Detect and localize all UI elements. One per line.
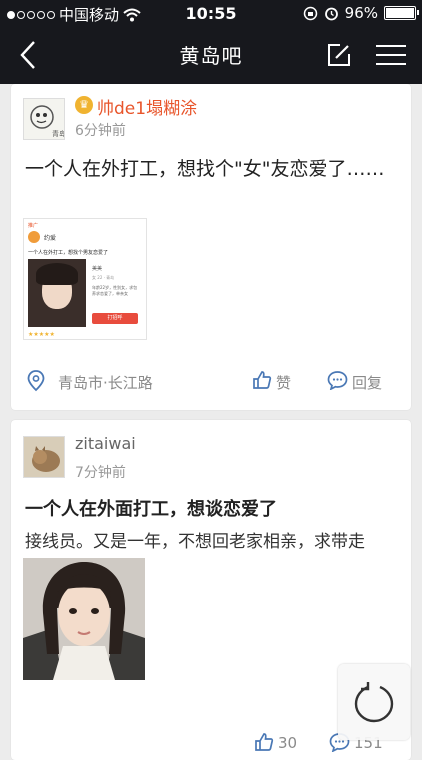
menu-icon[interactable]	[376, 44, 406, 66]
image-call-button: 打招呼	[92, 313, 138, 324]
image-headline: 一个人在外打工，想找个男友恋爱了	[28, 250, 109, 256]
post-body[interactable]: 接线员。又是一年，不想回老家相亲，求带走	[25, 527, 365, 552]
image-profile-name: 美美	[92, 266, 103, 272]
crown-icon: ♛	[75, 96, 93, 114]
post-image[interactable]: 推广 约爱 一个人在外打工，想找个男友恋爱了 美美 女 22 · 青岛 年龄22…	[23, 218, 147, 340]
post-title[interactable]: 一个人在外打工，想找个"女"友恋爱了……	[25, 154, 397, 184]
post-footer: 青岛市·长江路 赞 回复	[11, 370, 411, 394]
thumbs-up-icon[interactable]	[254, 732, 274, 752]
post-title[interactable]: 一个人在外面打工，想谈恋爱了	[25, 495, 277, 525]
post-location[interactable]: 青岛市·长江路	[58, 372, 153, 393]
like-count[interactable]: 30	[278, 734, 297, 752]
page-title: 黄岛吧	[179, 44, 243, 68]
image-profile-meta: 女 22 · 青岛	[92, 275, 115, 280]
location-pin-icon	[27, 370, 45, 392]
refresh-button[interactable]	[338, 664, 410, 740]
username[interactable]: 帅de1塌糊涂	[97, 94, 197, 119]
status-bar: 中国移动 10:55 96%	[0, 0, 422, 26]
post-time: 6分钟前	[75, 123, 126, 139]
rotation-lock-icon	[303, 6, 317, 20]
alarm-icon	[324, 7, 338, 20]
edit-icon[interactable]	[326, 42, 352, 68]
image-app-icon	[28, 231, 40, 243]
status-right: 96%	[303, 4, 419, 22]
battery-icon	[384, 6, 419, 20]
image-rating-stars: ★★★★★	[28, 331, 55, 338]
like-label[interactable]: 赞	[276, 372, 291, 393]
thumbs-up-icon[interactable]	[252, 370, 272, 390]
avatar[interactable]	[23, 436, 65, 478]
svg-text:青岛: 青岛	[52, 129, 64, 138]
refresh-icon	[354, 682, 394, 723]
image-photo	[28, 259, 86, 327]
image-ad-tag: 推广	[28, 223, 39, 229]
post-card[interactable]: 青岛 ♛ 帅de1塌糊涂 6分钟前 一个人在外打工，想找个"女"友恋爱了…… 推…	[11, 84, 411, 410]
reply-label[interactable]: 回复	[352, 372, 382, 393]
image-app-name: 约爱	[44, 235, 57, 242]
avatar[interactable]: 青岛	[23, 98, 65, 140]
nav-bar: 黄岛吧	[0, 26, 422, 84]
username[interactable]: zitaiwai	[75, 434, 136, 453]
image-profile-bio: 年龄22岁，性别女，求包养求恋爱了，单亲女	[92, 285, 138, 296]
post-list: 青岛 ♛ 帅de1塌糊涂 6分钟前 一个人在外打工，想找个"女"友恋爱了…… 推…	[0, 84, 422, 760]
battery-label: 96%	[344, 4, 378, 22]
post-image[interactable]	[23, 558, 145, 680]
comment-icon[interactable]	[327, 370, 348, 390]
post-time: 7分钟前	[75, 465, 126, 481]
